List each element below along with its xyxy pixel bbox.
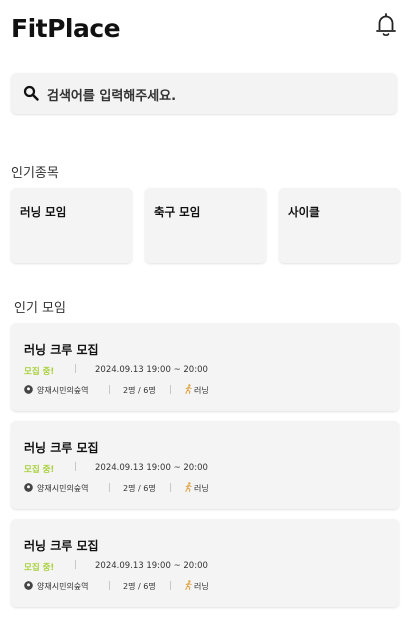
running-icon [185, 482, 192, 492]
divider [109, 581, 110, 590]
meetup-card[interactable]: 러닝 크루 모집 모집 중! 2024.09.13 19:00 ~ 20:00 … [11, 323, 399, 411]
meetup-card[interactable]: 러닝 크루 모집 모집 중! 2024.09.13 19:00 ~ 20:00 … [11, 421, 399, 509]
app-header: FitPlace [11, 10, 399, 50]
meetup-title: 러닝 크루 모집 [24, 539, 99, 553]
location-pin-icon [24, 483, 33, 492]
meetup-title: 러닝 크루 모집 [24, 343, 99, 357]
popular-meetups-title: 인기 모임 [14, 301, 66, 316]
search-placeholder: 검색어를 입력해주세요. [47, 89, 177, 104]
divider [170, 483, 171, 492]
meetup-datetime: 2024.09.13 19:00 ~ 20:00 [95, 365, 208, 375]
meetup-people: 2명 / 6명 [123, 484, 156, 493]
divider [75, 560, 76, 569]
meetup-status: 모집 중! [24, 465, 55, 475]
meetup-status: 모집 중! [24, 367, 55, 377]
meetup-location: 양재시민의숲역 [37, 386, 89, 395]
meetup-datetime: 2024.09.13 19:00 ~ 20:00 [95, 463, 208, 473]
meetup-card[interactable]: 러닝 크루 모집 모집 중! 2024.09.13 19:00 ~ 20:00 … [11, 519, 399, 607]
category-label: 사이클 [288, 205, 320, 219]
category-card-soccer[interactable]: 축구 모임 [145, 188, 266, 263]
divider [75, 364, 76, 373]
location-pin-icon [24, 581, 33, 590]
running-icon [185, 384, 192, 394]
meetup-sport: 러닝 [194, 386, 209, 395]
meetup-title: 러닝 크루 모집 [24, 441, 99, 455]
divider [170, 385, 171, 394]
meetup-people: 2명 / 6명 [123, 386, 156, 395]
divider [109, 483, 110, 492]
meetup-people: 2명 / 6명 [123, 582, 156, 591]
meetup-location: 양재시민의숲역 [37, 484, 89, 493]
category-label: 축구 모임 [154, 205, 201, 219]
divider [75, 462, 76, 471]
category-card-cycling[interactable]: 사이클 [279, 188, 400, 263]
category-card-running[interactable]: 러닝 모임 [11, 188, 132, 263]
meetup-sport: 러닝 [194, 582, 209, 591]
category-list: 러닝 모임 축구 모임 사이클 [11, 188, 401, 263]
popular-categories-title: 인기종목 [11, 166, 59, 181]
app-title: FitPlace [11, 14, 121, 43]
divider [170, 581, 171, 590]
meetup-sport: 러닝 [194, 484, 209, 493]
bell-icon[interactable] [375, 12, 397, 38]
running-icon [185, 580, 192, 590]
location-pin-icon [24, 385, 33, 394]
meetup-status: 모집 중! [24, 563, 55, 573]
search-bar[interactable]: 검색어를 입력해주세요. [11, 73, 397, 114]
search-icon [23, 85, 39, 101]
category-label: 러닝 모임 [20, 205, 67, 219]
meetup-datetime: 2024.09.13 19:00 ~ 20:00 [95, 561, 208, 571]
meetup-location: 양재시민의숲역 [37, 582, 89, 591]
divider [109, 385, 110, 394]
